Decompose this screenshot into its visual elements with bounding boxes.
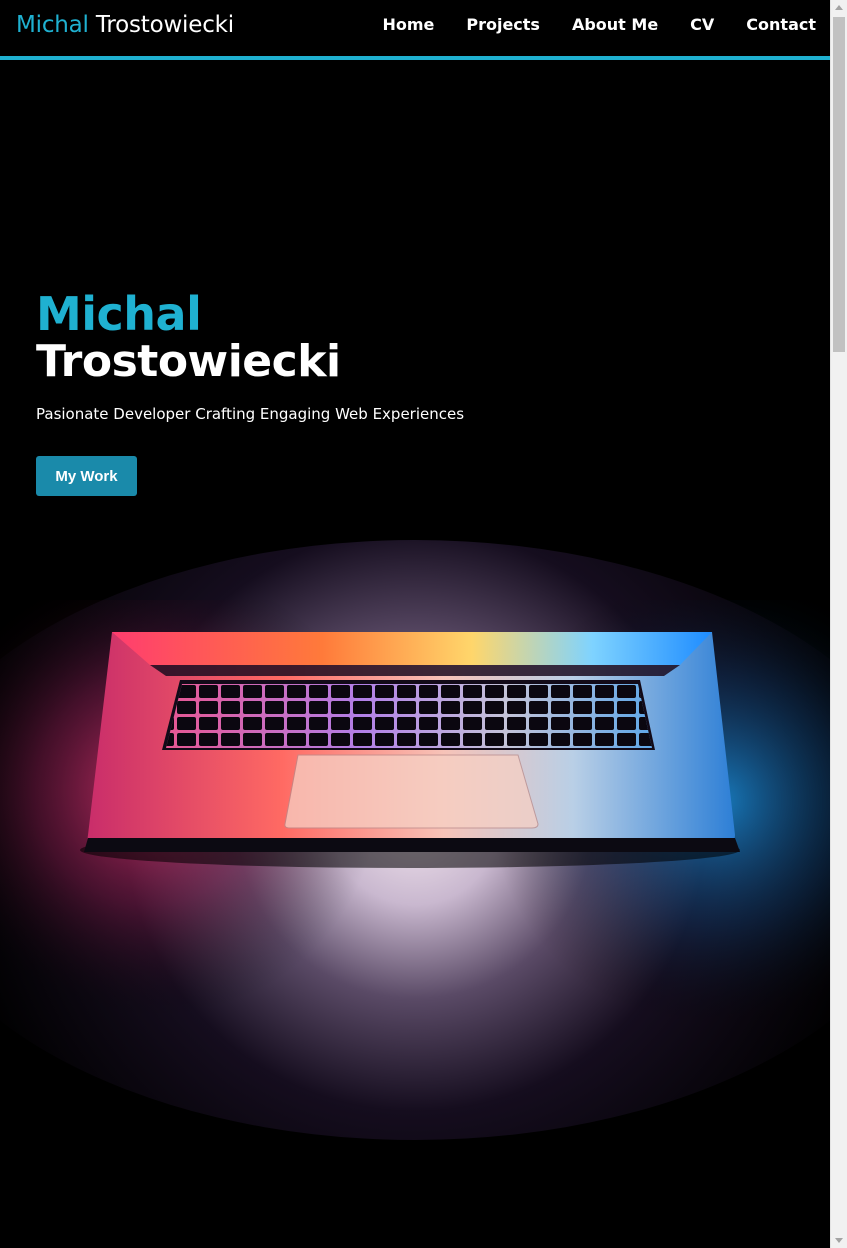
hero-heading-block: Michal Trostowiecki Pasionate Developer … [36, 290, 464, 424]
scroll-up-arrow-icon[interactable] [835, 5, 843, 10]
scroll-down-arrow-icon[interactable] [835, 1238, 843, 1243]
nav-contact[interactable]: Contact [746, 15, 816, 35]
main-nav: Home Projects About Me CV Contact [350, 15, 816, 35]
scrollbar-thumb[interactable] [833, 17, 845, 352]
nav-about-me[interactable]: About Me [572, 15, 658, 35]
my-work-button[interactable]: My Work [36, 456, 137, 496]
hero-tagline: Pasionate Developer Crafting Engaging We… [36, 405, 465, 423]
nav-home[interactable]: Home [382, 15, 434, 35]
navbar: Michal Trostowiecki Home Projects About … [0, 0, 830, 60]
brand-last-name: Trostowiecki [95, 12, 234, 38]
nav-cv[interactable]: CV [690, 15, 714, 35]
laptop-glow-image [0, 60, 830, 1248]
page-scrollbar[interactable] [830, 0, 847, 1248]
site-logo[interactable]: Michal Trostowiecki [16, 11, 234, 39]
brand-first-name: Michal [16, 12, 89, 38]
page: Michal Trostowiecki Home Projects About … [0, 0, 830, 1248]
hero-section: Michal Trostowiecki Pasionate Developer … [0, 60, 830, 1248]
hero-last-name: Trostowiecki [36, 336, 341, 387]
nav-projects[interactable]: Projects [466, 15, 540, 35]
hero-first-name: Michal [36, 287, 202, 341]
